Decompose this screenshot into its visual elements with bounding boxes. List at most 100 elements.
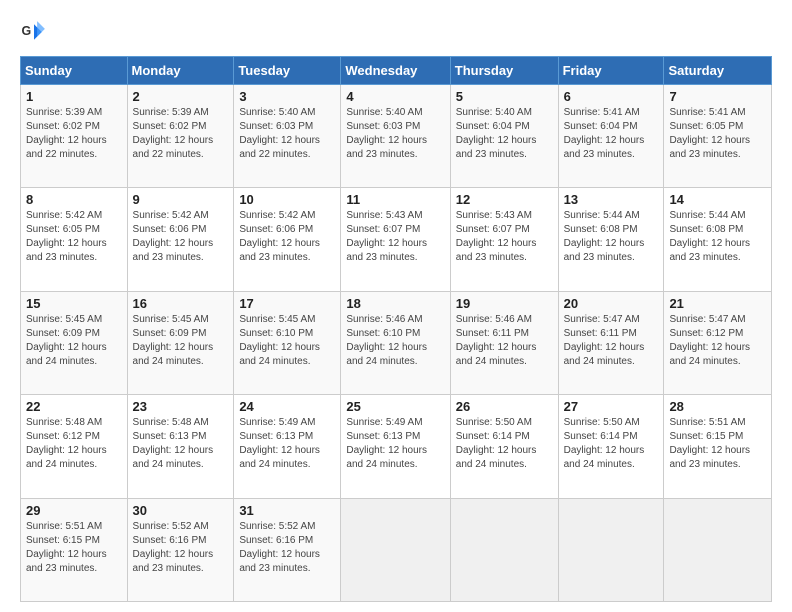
day-number: 10 <box>239 192 335 207</box>
day-info: Sunrise: 5:43 AMSunset: 6:07 PMDaylight:… <box>346 209 444 265</box>
day-number: 20 <box>564 296 659 311</box>
logo: G <box>20 18 52 46</box>
calendar-week-3: 15 Sunrise: 5:45 AMSunset: 6:09 PMDayligh… <box>21 291 772 394</box>
calendar-cell: 12Sunrise: 5:43 AMSunset: 6:07 PMDayligh… <box>450 188 558 291</box>
calendar-cell: 18 Sunrise: 5:46 AMSunset: 6:10 PMDayligh… <box>341 291 450 394</box>
day-number: 1 <box>26 89 122 104</box>
header-cell-wednesday: Wednesday <box>341 57 450 85</box>
day-info: Sunrise: 5:40 AMSunset: 6:03 PMDaylight:… <box>239 106 335 162</box>
day-info: Sunrise: 5:44 AMSunset: 6:08 PMDaylight:… <box>669 209 766 265</box>
calendar-cell: 15Sunrise: 5:45 AMSunset: 6:09 PMDayligh… <box>21 291 128 394</box>
day-number: 22 <box>26 399 122 414</box>
day-number: 3 <box>239 89 335 104</box>
day-info: Sunrise: 5:40 AMSunset: 6:03 PMDaylight:… <box>346 106 444 162</box>
day-info: Sunrise: 5:47 AMSunset: 6:12 PMDaylight:… <box>669 313 766 369</box>
day-number: 29 <box>26 503 122 518</box>
day-info: Sunrise: 5:51 AMSunset: 6:15 PMDaylight:… <box>26 520 122 576</box>
calendar-cell: 8 Sunrise: 5:42 AMSunset: 6:05 PMDaylight… <box>21 188 128 291</box>
day-number: 18 <box>346 296 444 311</box>
calendar-cell: 3 Sunrise: 5:40 AMSunset: 6:03 PMDaylight… <box>234 85 341 188</box>
day-info: Sunrise: 5:42 AMSunset: 6:06 PMDaylight:… <box>239 209 335 265</box>
calendar-cell: 27 Sunrise: 5:50 AMSunset: 6:14 PMDayligh… <box>558 395 664 498</box>
calendar-cell: 31 Sunrise: 5:52 AMSunset: 6:16 PMDayligh… <box>234 498 341 601</box>
day-info: Sunrise: 5:48 AMSunset: 6:12 PMDaylight:… <box>26 416 122 472</box>
day-number: 5 <box>456 89 553 104</box>
page: G SundayMondayTuesdayWednesdayThursdayFr… <box>0 0 792 612</box>
calendar-cell: 11 Sunrise: 5:43 AMSunset: 6:07 PMDayligh… <box>341 188 450 291</box>
day-number: 21 <box>669 296 766 311</box>
calendar-cell: 10 Sunrise: 5:42 AMSunset: 6:06 PMDayligh… <box>234 188 341 291</box>
day-number: 24 <box>239 399 335 414</box>
day-number: 31 <box>239 503 335 518</box>
calendar-cell: 21 Sunrise: 5:47 AMSunset: 6:12 PMDayligh… <box>664 291 772 394</box>
day-number: 25 <box>346 399 444 414</box>
header-cell-thursday: Thursday <box>450 57 558 85</box>
day-info: Sunrise: 5:51 AMSunset: 6:15 PMDaylight:… <box>669 416 766 472</box>
day-number: 28 <box>669 399 766 414</box>
day-info: Sunrise: 5:41 AMSunset: 6:05 PMDaylight:… <box>669 106 766 162</box>
calendar-cell: 20Sunrise: 5:47 AMSunset: 6:11 PMDayligh… <box>558 291 664 394</box>
header-cell-sunday: Sunday <box>21 57 128 85</box>
day-info: Sunrise: 5:52 AMSunset: 6:16 PMDaylight:… <box>239 520 335 576</box>
day-number: 14 <box>669 192 766 207</box>
header-row: SundayMondayTuesdayWednesdayThursdayFrid… <box>21 57 772 85</box>
day-info: Sunrise: 5:45 AMSunset: 6:10 PMDaylight:… <box>239 313 335 369</box>
calendar-cell: 6Sunrise: 5:41 AMSunset: 6:04 PMDaylight… <box>558 85 664 188</box>
day-number: 8 <box>26 192 122 207</box>
calendar-cell: 4 Sunrise: 5:40 AMSunset: 6:03 PMDaylight… <box>341 85 450 188</box>
day-number: 17 <box>239 296 335 311</box>
header-cell-saturday: Saturday <box>664 57 772 85</box>
calendar-body: 1 Sunrise: 5:39 AMSunset: 6:02 PMDaylight… <box>21 85 772 602</box>
calendar-cell: 9 Sunrise: 5:42 AMSunset: 6:06 PMDaylight… <box>127 188 234 291</box>
day-info: Sunrise: 5:39 AMSunset: 6:02 PMDaylight:… <box>26 106 122 162</box>
day-number: 30 <box>133 503 229 518</box>
calendar-cell <box>664 498 772 601</box>
calendar-cell: 28 Sunrise: 5:51 AMSunset: 6:15 PMDayligh… <box>664 395 772 498</box>
logo-icon: G <box>20 18 48 46</box>
day-info: Sunrise: 5:42 AMSunset: 6:05 PMDaylight:… <box>26 209 122 265</box>
calendar-cell: 23Sunrise: 5:48 AMSunset: 6:13 PMDayligh… <box>127 395 234 498</box>
day-number: 15 <box>26 296 122 311</box>
day-info: Sunrise: 5:45 AMSunset: 6:09 PMDaylight:… <box>133 313 229 369</box>
day-number: 27 <box>564 399 659 414</box>
calendar-header: SundayMondayTuesdayWednesdayThursdayFrid… <box>21 57 772 85</box>
day-info: Sunrise: 5:46 AMSunset: 6:11 PMDaylight:… <box>456 313 553 369</box>
calendar-cell: 17 Sunrise: 5:45 AMSunset: 6:10 PMDayligh… <box>234 291 341 394</box>
day-number: 13 <box>564 192 659 207</box>
day-number: 12 <box>456 192 553 207</box>
day-number: 7 <box>669 89 766 104</box>
calendar-cell <box>450 498 558 601</box>
day-number: 2 <box>133 89 229 104</box>
day-number: 26 <box>456 399 553 414</box>
calendar-cell: 16 Sunrise: 5:45 AMSunset: 6:09 PMDayligh… <box>127 291 234 394</box>
day-number: 19 <box>456 296 553 311</box>
calendar-cell <box>558 498 664 601</box>
day-number: 16 <box>133 296 229 311</box>
day-info: Sunrise: 5:52 AMSunset: 6:16 PMDaylight:… <box>133 520 229 576</box>
calendar-cell: 30 Sunrise: 5:52 AMSunset: 6:16 PMDayligh… <box>127 498 234 601</box>
calendar-cell: 5Sunrise: 5:40 AMSunset: 6:04 PMDaylight… <box>450 85 558 188</box>
day-info: Sunrise: 5:42 AMSunset: 6:06 PMDaylight:… <box>133 209 229 265</box>
day-info: Sunrise: 5:49 AMSunset: 6:13 PMDaylight:… <box>346 416 444 472</box>
calendar-cell: 19 Sunrise: 5:46 AMSunset: 6:11 PMDayligh… <box>450 291 558 394</box>
day-info: Sunrise: 5:39 AMSunset: 6:02 PMDaylight:… <box>133 106 229 162</box>
calendar-week-2: 8 Sunrise: 5:42 AMSunset: 6:05 PMDaylight… <box>21 188 772 291</box>
day-info: Sunrise: 5:50 AMSunset: 6:14 PMDaylight:… <box>564 416 659 472</box>
day-info: Sunrise: 5:48 AMSunset: 6:13 PMDaylight:… <box>133 416 229 472</box>
calendar-cell: 22 Sunrise: 5:48 AMSunset: 6:12 PMDayligh… <box>21 395 128 498</box>
calendar-cell: 1 Sunrise: 5:39 AMSunset: 6:02 PMDaylight… <box>21 85 128 188</box>
day-number: 11 <box>346 192 444 207</box>
header-cell-tuesday: Tuesday <box>234 57 341 85</box>
day-info: Sunrise: 5:46 AMSunset: 6:10 PMDaylight:… <box>346 313 444 369</box>
header-cell-friday: Friday <box>558 57 664 85</box>
top-section: G <box>20 18 772 46</box>
day-number: 4 <box>346 89 444 104</box>
calendar-cell: 26Sunrise: 5:50 AMSunset: 6:14 PMDayligh… <box>450 395 558 498</box>
calendar-week-5: 29 Sunrise: 5:51 AMSunset: 6:15 PMDayligh… <box>21 498 772 601</box>
calendar-cell: 25 Sunrise: 5:49 AMSunset: 6:13 PMDayligh… <box>341 395 450 498</box>
calendar-cell: 7 Sunrise: 5:41 AMSunset: 6:05 PMDaylight… <box>664 85 772 188</box>
calendar-week-1: 1 Sunrise: 5:39 AMSunset: 6:02 PMDaylight… <box>21 85 772 188</box>
calendar-cell: 29 Sunrise: 5:51 AMSunset: 6:15 PMDayligh… <box>21 498 128 601</box>
day-info: Sunrise: 5:49 AMSunset: 6:13 PMDaylight:… <box>239 416 335 472</box>
day-number: 9 <box>133 192 229 207</box>
